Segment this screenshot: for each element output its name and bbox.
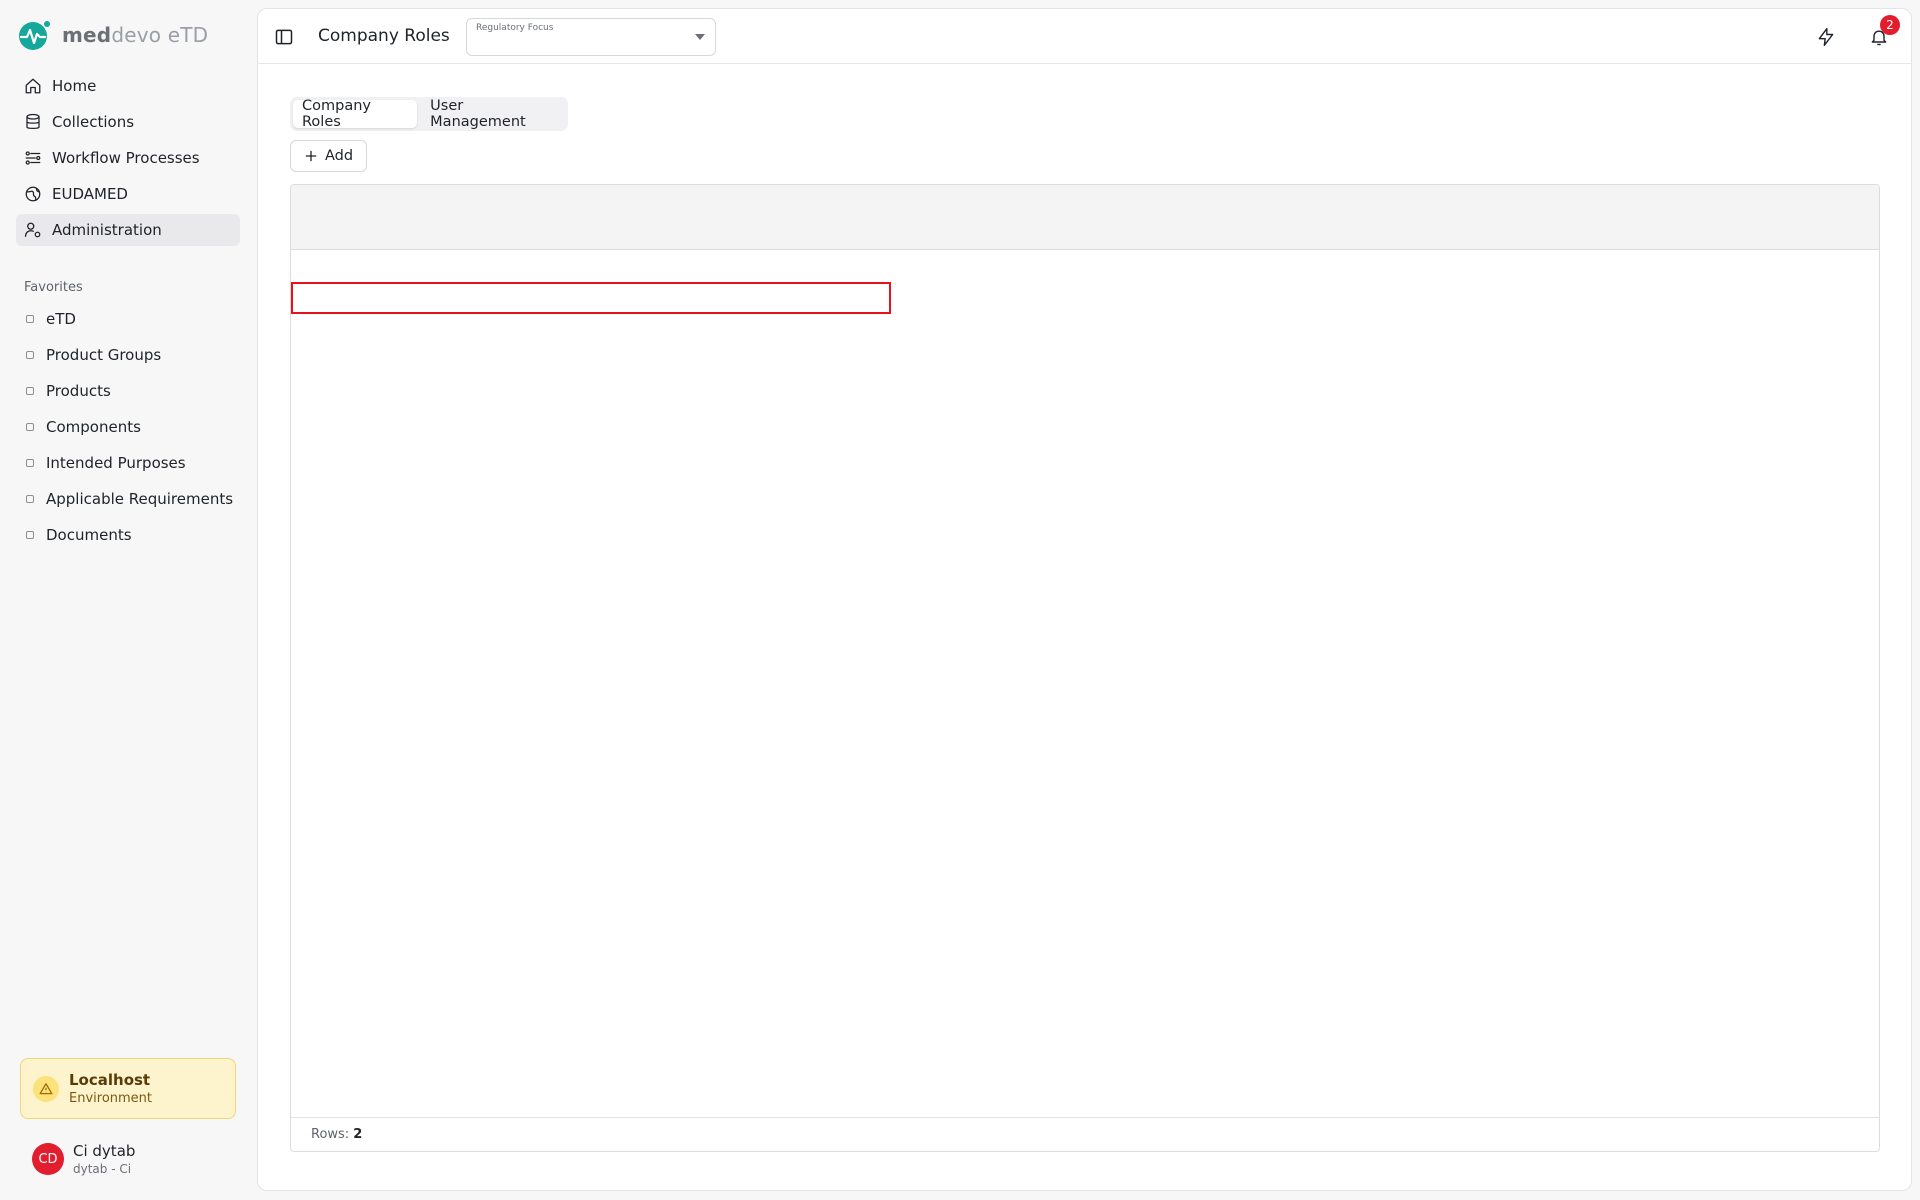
home-icon bbox=[25, 78, 41, 94]
favorite-item-applicable-requirements[interactable]: Applicable Requirements bbox=[16, 483, 240, 515]
favorite-item-components[interactable]: Components bbox=[16, 411, 240, 443]
favorite-item-intended-purposes[interactable]: Intended Purposes bbox=[16, 447, 240, 479]
tab-company-roles[interactable]: Company Roles bbox=[293, 98, 418, 130]
square-icon bbox=[26, 315, 34, 323]
favorite-item-label: Components bbox=[46, 418, 141, 436]
nav-item-label: EUDAMED bbox=[52, 185, 128, 203]
brand-name-bold: med bbox=[62, 23, 112, 47]
regulatory-focus-select[interactable]: Regulatory Focus bbox=[466, 18, 716, 56]
square-icon bbox=[26, 351, 34, 359]
favorite-item-etd[interactable]: eTD bbox=[16, 303, 240, 335]
square-icon bbox=[26, 423, 34, 431]
environment-subtitle: Environment bbox=[69, 1091, 153, 1106]
favorite-item-label: Product Groups bbox=[46, 346, 162, 364]
add-button[interactable]: Add bbox=[290, 140, 367, 172]
brand-name: meddevo eTD bbox=[62, 23, 208, 47]
regulatory-focus-label: Regulatory Focus bbox=[476, 23, 554, 33]
nav-item-workflow-processes[interactable]: Workflow Processes bbox=[16, 142, 240, 174]
tab-user-management[interactable]: User Management bbox=[421, 98, 565, 130]
nav-item-label: Workflow Processes bbox=[52, 149, 200, 167]
environment-banner: Localhost Environment bbox=[20, 1058, 236, 1119]
notification-count-badge: 2 bbox=[1880, 15, 1900, 35]
user-name: Ci dytab bbox=[73, 1142, 136, 1160]
favorite-item-label: Documents bbox=[46, 526, 132, 544]
brand-logo-link[interactable]: meddevo eTD bbox=[18, 18, 208, 52]
workflow-icon bbox=[25, 151, 41, 165]
data-grid: Rows: 2 bbox=[290, 184, 1880, 1152]
avatar: CD bbox=[32, 1143, 64, 1175]
globe-icon bbox=[25, 186, 41, 202]
nav-item-label: Collections bbox=[52, 113, 135, 131]
favorite-item-label: eTD bbox=[46, 310, 76, 328]
favorite-item-label: Applicable Requirements bbox=[46, 490, 234, 508]
grid-header bbox=[291, 185, 1879, 250]
favorite-item-documents[interactable]: Documents bbox=[16, 519, 240, 551]
sidebar: meddevo eTD Home Collections Workflow Pr bbox=[0, 0, 256, 1200]
square-icon bbox=[26, 495, 34, 503]
meddevo-logo-icon bbox=[19, 21, 50, 50]
grid-footer: Rows: 2 bbox=[291, 1117, 1879, 1151]
square-icon bbox=[26, 459, 34, 467]
main-panel: Company Roles Regulatory Focus 2 Company… bbox=[257, 8, 1912, 1191]
brand-name-rest: devo eTD bbox=[111, 23, 209, 47]
add-button-label: Add bbox=[324, 148, 354, 164]
square-icon bbox=[26, 531, 34, 539]
nav-item-label: Administration bbox=[52, 221, 162, 239]
user-menu[interactable]: CD Ci dytab dytab - Ci bbox=[32, 1142, 135, 1176]
warning-icon bbox=[33, 1075, 59, 1102]
favorite-item-products[interactable]: Products bbox=[16, 375, 240, 407]
lightning-icon[interactable] bbox=[1816, 27, 1836, 47]
nav-item-collections[interactable]: Collections bbox=[16, 106, 240, 138]
favorites-list: eTD Product Groups Products Components I… bbox=[16, 303, 240, 555]
database-icon bbox=[26, 113, 40, 130]
tab-list: Company Roles User Management bbox=[290, 97, 568, 131]
main-nav: Home Collections Workflow Processes EUDA… bbox=[16, 70, 240, 250]
caret-down-icon bbox=[695, 34, 705, 40]
favorite-item-product-groups[interactable]: Product Groups bbox=[16, 339, 240, 371]
user-cog-icon bbox=[24, 222, 41, 238]
user-subtitle: dytab - Ci bbox=[73, 1162, 132, 1176]
nav-item-home[interactable]: Home bbox=[16, 70, 240, 102]
nav-item-administration[interactable]: Administration bbox=[16, 214, 240, 246]
top-bar: Company Roles Regulatory Focus 2 bbox=[258, 9, 1911, 64]
nav-item-label: Home bbox=[52, 77, 97, 95]
environment-title: Localhost bbox=[69, 1071, 151, 1089]
rows-label: Rows: bbox=[311, 1127, 350, 1142]
nav-item-eudamed[interactable]: EUDAMED bbox=[16, 178, 240, 210]
highlighted-cell[interactable] bbox=[291, 282, 891, 314]
page-title: Company Roles bbox=[318, 26, 450, 46]
favorite-item-label: Products bbox=[46, 382, 111, 400]
square-icon bbox=[26, 387, 34, 395]
sidebar-toggle-icon[interactable] bbox=[274, 27, 294, 47]
rows-count: 2 bbox=[353, 1127, 363, 1142]
plus-icon bbox=[305, 150, 317, 162]
favorites-heading: Favorites bbox=[24, 280, 83, 295]
favorite-item-label: Intended Purposes bbox=[46, 454, 186, 472]
